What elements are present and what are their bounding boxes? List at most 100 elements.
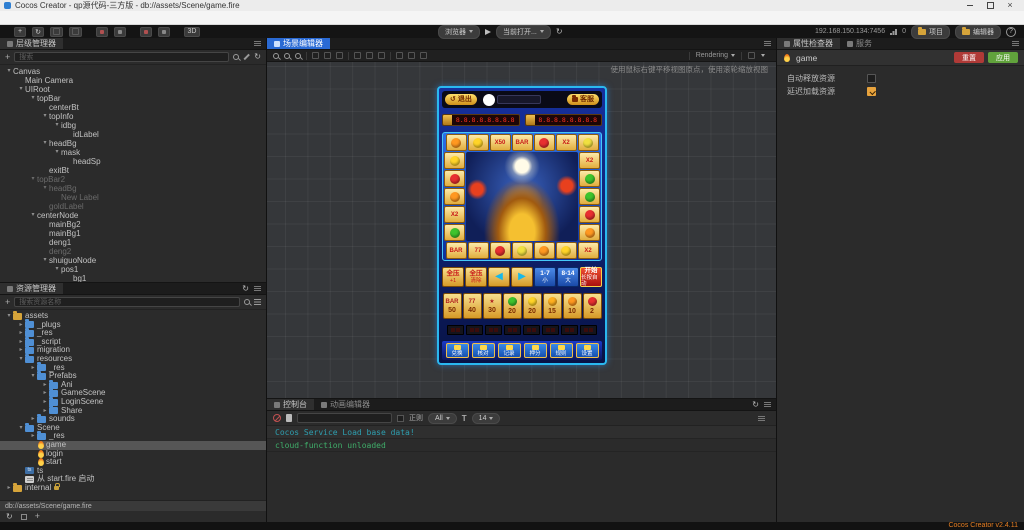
expand-arrow-icon[interactable]: ▾: [41, 256, 49, 265]
expand-arrow-icon[interactable]: ▸: [29, 432, 37, 441]
expand-arrow-icon[interactable]: ▸: [17, 329, 25, 338]
3d-mode-button[interactable]: 3D: [184, 27, 200, 37]
refresh-icon[interactable]: ↻: [6, 513, 13, 521]
hierarchy-node-row[interactable]: ▾ idbg: [0, 121, 266, 130]
align-right-icon[interactable]: [336, 52, 343, 59]
expand-arrow-icon[interactable]: ▾: [29, 211, 37, 220]
hierarchy-node-row[interactable]: ▾ headBg: [0, 184, 266, 193]
hierarchy-search-input[interactable]: [14, 52, 229, 62]
add-icon[interactable]: +: [35, 512, 40, 521]
hierarchy-node-row[interactable]: New Label: [0, 193, 266, 202]
asset-row[interactable]: ▸ internal: [0, 484, 266, 493]
asset-row[interactable]: ▸ Ani: [0, 381, 266, 390]
asset-row[interactable]: start: [0, 458, 266, 467]
chevron-down-icon[interactable]: [761, 54, 765, 57]
expand-arrow-icon[interactable]: ▾: [29, 94, 37, 103]
asset-row[interactable]: ▾ Prefabs: [0, 372, 266, 381]
regex-checkbox[interactable]: [397, 415, 404, 422]
distribute-h-icon[interactable]: [396, 52, 403, 59]
hierarchy-node-row[interactable]: Main Camera: [0, 76, 266, 85]
expand-arrow-icon[interactable]: ▾: [29, 175, 37, 184]
distribute-v-icon[interactable]: [408, 52, 415, 59]
maximize-button[interactable]: [980, 0, 1000, 11]
snap-icon[interactable]: [420, 52, 427, 59]
hierarchy-node-row[interactable]: mainBg1: [0, 229, 266, 238]
expand-arrow-icon[interactable]: ▸: [17, 346, 25, 355]
asset-row[interactable]: ▸ _res: [0, 432, 266, 441]
hierarchy-node-row[interactable]: exitBt: [0, 166, 266, 175]
log-level-dropdown[interactable]: All: [428, 413, 457, 424]
hierarchy-node-row[interactable]: headSp: [0, 157, 266, 166]
edit-icon[interactable]: [244, 54, 250, 60]
refresh-icon[interactable]: ↻: [556, 28, 563, 36]
align-left-icon[interactable]: [312, 52, 319, 59]
expand-arrow-icon[interactable]: ▾: [29, 372, 37, 381]
hierarchy-node-row[interactable]: ▾ Canvas: [0, 67, 266, 76]
collapse-log-icon[interactable]: [286, 414, 292, 422]
tab-inspector[interactable]: 属性检查器: [777, 38, 840, 49]
hierarchy-node-row[interactable]: goldLabel: [0, 202, 266, 211]
expand-arrow-icon[interactable]: ▾: [41, 139, 49, 148]
hierarchy-node-row[interactable]: ▾ topBar: [0, 94, 266, 103]
local-coord-button[interactable]: [140, 27, 152, 37]
search-icon[interactable]: [233, 54, 239, 60]
tab-assets[interactable]: 资源管理器: [0, 283, 63, 294]
zoom-out-icon[interactable]: [284, 53, 290, 59]
zoom-in-icon[interactable]: [273, 53, 279, 59]
reset-button[interactable]: 重置: [954, 52, 984, 63]
expand-arrow-icon[interactable]: ▾: [41, 112, 49, 121]
create-asset-button[interactable]: +: [5, 298, 10, 307]
hierarchy-node-row[interactable]: centerBt: [0, 103, 266, 112]
expand-arrow-icon[interactable]: ▾: [41, 184, 49, 193]
align-top-icon[interactable]: [354, 52, 361, 59]
console-settings-icon[interactable]: [758, 416, 765, 421]
panel-menu-icon[interactable]: [254, 286, 261, 291]
hierarchy-node-row[interactable]: ▾ topBar2: [0, 175, 266, 184]
hierarchy-node-row[interactable]: ▾ UIRoot: [0, 85, 266, 94]
expand-arrow-icon[interactable]: ▾: [53, 148, 61, 157]
expand-arrow-icon[interactable]: ▾: [5, 67, 13, 76]
expand-arrow-icon[interactable]: ▸: [5, 484, 13, 493]
hierarchy-node-row[interactable]: ▾ headBg: [0, 139, 266, 148]
scene-canvas[interactable]: 使用鼠标右键平移视图原点，使用滚轮缩放视图 ↺退出 客服 8.8.8.8.8.8…: [267, 62, 776, 398]
create-node-button[interactable]: +: [5, 53, 10, 62]
pivot-toggle-button[interactable]: [96, 27, 108, 37]
hierarchy-node-row[interactable]: ▾ topInfo: [0, 112, 266, 121]
game-design-preview[interactable]: ↺退出 客服 8.8.8.8.8.8.8.8 8.8.8.8.8.8.8.8 X…: [437, 86, 607, 365]
clear-console-icon[interactable]: [273, 414, 281, 422]
hierarchy-node-row[interactable]: mainBg2: [0, 220, 266, 229]
expand-arrow-icon[interactable]: ▾: [53, 265, 61, 274]
property-checkbox[interactable]: [867, 74, 876, 83]
expand-arrow-icon[interactable]: ▸: [29, 364, 37, 373]
expand-arrow-icon[interactable]: ▸: [41, 398, 49, 407]
zoom-reset-icon[interactable]: [295, 53, 301, 59]
assets-search-input[interactable]: [14, 297, 240, 307]
apply-button[interactable]: 应用: [988, 52, 1018, 63]
panel-menu-icon[interactable]: [254, 41, 261, 46]
tab-animation-editor[interactable]: 动画编辑器: [314, 399, 377, 410]
move-tool-icon[interactable]: +: [14, 27, 26, 37]
panel-menu-icon[interactable]: [1012, 41, 1019, 46]
search-icon[interactable]: [244, 299, 250, 305]
hierarchy-node-row[interactable]: deng1: [0, 238, 266, 247]
hierarchy-node-row[interactable]: idLabel: [0, 130, 266, 139]
hierarchy-node-row[interactable]: ▾ pos1: [0, 265, 266, 274]
property-checkbox[interactable]: [867, 87, 876, 96]
hierarchy-node-row[interactable]: ▾ mask: [0, 148, 266, 157]
hierarchy-node-row[interactable]: ▾ shuiguoNode: [0, 256, 266, 265]
asset-row[interactable]: ▸ GameScene: [0, 389, 266, 398]
expand-arrow-icon[interactable]: ▾: [5, 312, 13, 321]
help-icon[interactable]: ?: [1006, 27, 1016, 37]
console-filter-input[interactable]: [297, 413, 392, 423]
tab-scene-editor[interactable]: 场景编辑器: [267, 38, 330, 49]
camera-icon[interactable]: [748, 52, 755, 59]
expand-arrow-icon[interactable]: ▾: [53, 121, 61, 130]
open-project-button[interactable]: 项目: [911, 25, 950, 39]
asset-row[interactable]: game: [0, 441, 266, 450]
asset-row[interactable]: ▸ sounds: [0, 415, 266, 424]
asset-row[interactable]: ▸ LoginScene: [0, 398, 266, 407]
expand-arrow-icon[interactable]: ▸: [41, 407, 49, 416]
open-scene-dropdown[interactable]: 当前打开...: [496, 25, 551, 39]
rendering-dropdown[interactable]: Rendering: [696, 52, 735, 59]
expand-arrow-icon[interactable]: ▾: [17, 355, 25, 364]
